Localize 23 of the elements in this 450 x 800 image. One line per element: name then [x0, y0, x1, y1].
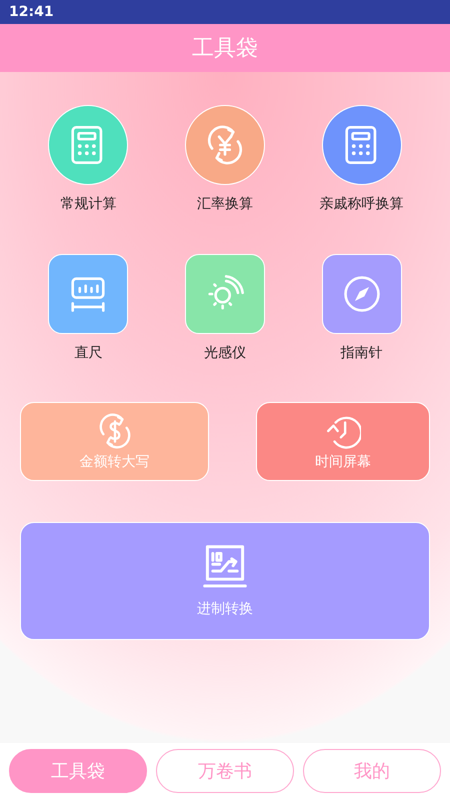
tool-label: 光感仪 — [204, 344, 246, 362]
compass-icon — [342, 274, 382, 314]
page-title: 工具袋 — [192, 35, 258, 63]
nav-tab[interactable]: 我的 — [303, 749, 441, 793]
nav-tab[interactable]: 工具袋 — [9, 749, 147, 793]
tool-label: 常规计算 — [60, 195, 116, 213]
tool-card[interactable]: 金额转大写 — [20, 402, 209, 481]
binary-board-icon — [202, 544, 248, 590]
tool-label: 汇率换算 — [196, 195, 253, 213]
tool-label: 直尺 — [74, 344, 102, 362]
tool-label: 亲戚称呼换算 — [320, 195, 404, 213]
tool-button[interactable] — [184, 254, 265, 334]
tool-card[interactable]: 进制转换 — [20, 522, 430, 640]
tool-card[interactable]: 时间屏幕 — [256, 402, 430, 481]
card-label: 金额转大写 — [80, 452, 150, 470]
card-label: 时间屏幕 — [315, 452, 371, 470]
tool-button[interactable] — [48, 254, 128, 334]
card-label: 进制转换 — [197, 600, 253, 618]
tool-label: 指南针 — [340, 344, 383, 362]
nav-tab[interactable]: 万卷书 — [156, 749, 294, 793]
tool-button[interactable] — [322, 254, 402, 334]
dollar-exchange-icon — [96, 412, 132, 448]
status-time: 12:41 — [9, 4, 54, 20]
